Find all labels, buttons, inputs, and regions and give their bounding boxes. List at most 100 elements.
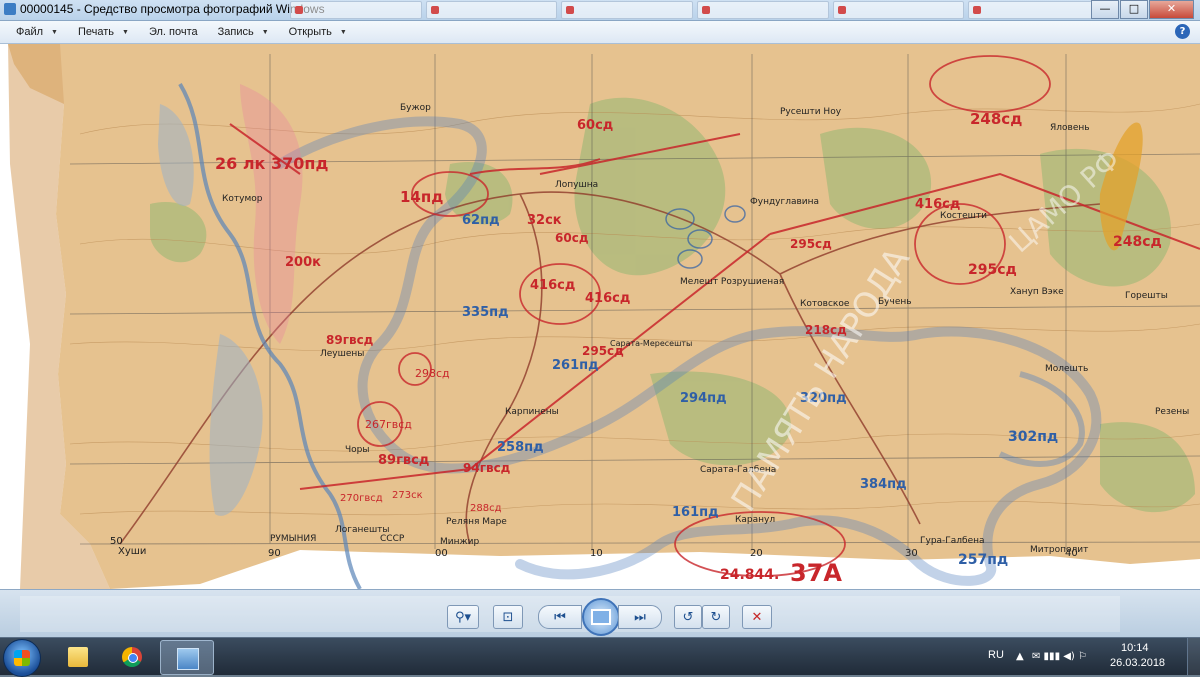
taskbar-photo-viewer[interactable] — [160, 640, 214, 675]
help-icon[interactable]: ? — [1175, 24, 1190, 39]
map-label: 62пд — [462, 213, 500, 228]
minimize-button[interactable]: — — [1091, 0, 1119, 19]
folder-icon — [68, 647, 88, 667]
map-label: Мелешт Розрушиеная — [680, 277, 784, 287]
clock-time[interactable]: 10:14 — [1121, 642, 1149, 654]
map-label: 384пд — [860, 477, 907, 492]
window-title: 00000145 - Средство просмотра фотографий… — [20, 2, 325, 16]
map-label: Хуши — [118, 546, 146, 557]
map-label: 335пд — [462, 305, 509, 320]
fit-window-button[interactable]: ⊡ — [493, 605, 523, 629]
maximize-button[interactable]: □ — [1120, 0, 1148, 19]
chevron-down-icon: ▼ — [51, 28, 58, 36]
map-label: Карпинены — [505, 407, 559, 417]
zoom-button[interactable]: ⚲▾ — [447, 605, 479, 629]
map-label: Митрополит — [1030, 545, 1088, 555]
map-label: 37А — [790, 559, 842, 587]
windows-logo-icon — [14, 650, 30, 666]
map-label: 14пд — [400, 188, 443, 206]
slideshow-icon — [591, 609, 611, 625]
map-label: РУМЫНИЯ — [270, 534, 316, 544]
title-bar: 00000145 - Средство просмотра фотографий… — [0, 0, 1200, 21]
grid-label: 20 — [750, 548, 763, 559]
slideshow-button[interactable] — [582, 598, 620, 636]
map-label: 248сд — [970, 110, 1022, 128]
rotate-left-button[interactable]: ↺ — [674, 605, 702, 629]
menu-open-label: Открыть — [288, 26, 332, 38]
map-label: 273ск — [392, 490, 423, 501]
previous-icon: ⏮ — [554, 609, 566, 625]
background-tab — [968, 1, 1101, 19]
photo-viewer-icon — [177, 648, 199, 670]
map-label: 258пд — [497, 440, 544, 455]
next-button[interactable]: ⏭ — [618, 605, 662, 629]
map-label: 295сд — [968, 262, 1017, 278]
map-label: 248сд — [1113, 234, 1162, 250]
map-label: 261пд — [552, 358, 599, 373]
map-label: 416сд — [530, 278, 575, 293]
menu-email[interactable]: Эл. почта — [145, 26, 202, 38]
map-label: Минжир — [440, 537, 479, 547]
close-button[interactable]: ✕ — [1149, 0, 1194, 19]
map-label: 270гвсд — [340, 493, 383, 504]
map-label: Леушены — [320, 349, 364, 359]
rotate-right-icon: ↻ — [710, 609, 722, 625]
search-icon: ⚲▾ — [454, 609, 472, 625]
language-indicator[interactable]: RU — [988, 649, 1004, 661]
previous-button[interactable]: ⏮ — [538, 605, 582, 629]
map-label: Чоры — [345, 445, 370, 455]
map-label: 295сд — [790, 237, 832, 251]
map-label: 416сд — [915, 197, 960, 212]
clock-date[interactable]: 26.03.2018 — [1110, 657, 1165, 669]
menu-burn-label: Запись — [217, 26, 254, 38]
tray-status-icons[interactable]: ✉ ▮▮▮ ◀) ⚐ — [1032, 651, 1087, 662]
menu-print[interactable]: Печать ▼ — [74, 26, 133, 38]
start-button[interactable] — [3, 639, 41, 677]
map-label: 24.844. — [720, 567, 779, 583]
delete-icon: ✕ — [751, 609, 763, 625]
map-label: Сарата-Мересешты — [610, 339, 692, 348]
map-label: 60сд — [577, 118, 613, 133]
map-label: Хануп Вэке — [1010, 287, 1064, 297]
map-label: 288сд — [470, 503, 502, 514]
photo-viewer-icon — [4, 3, 16, 15]
map-label: Реляня Маре — [446, 517, 507, 527]
rotate-right-button[interactable]: ↻ — [702, 605, 730, 629]
delete-button[interactable]: ✕ — [742, 605, 772, 629]
map-label: Костешти — [940, 211, 987, 221]
background-tab — [697, 1, 829, 19]
map-label: Котумор — [222, 194, 263, 204]
menu-open[interactable]: Открыть ▼ — [285, 26, 351, 38]
menu-burn[interactable]: Запись ▼ — [214, 26, 273, 38]
grid-label: 10 — [590, 548, 603, 559]
map-label: Фундуглавина — [750, 197, 819, 207]
map-label: 60сд — [555, 231, 589, 245]
map-label: 94гвсд — [463, 461, 511, 475]
image-viewport[interactable]: 26 лк 370пд 14пд 62пд 32ск 60сд 60сд 416сд 416с… — [0, 44, 1200, 589]
fit-window-icon: ⊡ — [502, 609, 514, 625]
map-label: 89гвсд — [378, 453, 429, 468]
menu-email-label: Эл. почта — [148, 26, 198, 38]
viewer-control-bar: ⚲▾ ⊡ ⏮ ⏭ ↺ ↻ ✕ — [0, 589, 1200, 638]
taskbar-explorer[interactable] — [52, 640, 104, 673]
menu-file[interactable]: Файл ▼ — [12, 26, 62, 38]
next-icon: ⏭ — [634, 609, 646, 625]
map-label: 294пд — [680, 391, 727, 406]
map-label: 302пд — [1008, 429, 1058, 445]
taskbar-chrome[interactable] — [106, 640, 158, 673]
map-label: Молешть — [1045, 364, 1088, 374]
map-label: 89гвсд — [326, 333, 374, 347]
map-label: 26 лк 370пд — [215, 154, 328, 173]
chevron-down-icon: ▼ — [122, 28, 129, 36]
background-tab — [290, 1, 422, 19]
map-label: 267гвсд — [365, 418, 412, 431]
tray-expand-icon[interactable]: ▲ — [1016, 651, 1024, 662]
grid-label: 00 — [435, 548, 448, 559]
map-label: 32ск — [527, 213, 562, 228]
menu-file-label: Файл — [16, 26, 44, 38]
show-desktop-button[interactable] — [1187, 638, 1200, 675]
grid-label: 30 — [905, 548, 918, 559]
map-label: 161пд — [672, 505, 719, 520]
chrome-icon — [122, 647, 142, 667]
map-label: 416сд — [585, 291, 630, 306]
